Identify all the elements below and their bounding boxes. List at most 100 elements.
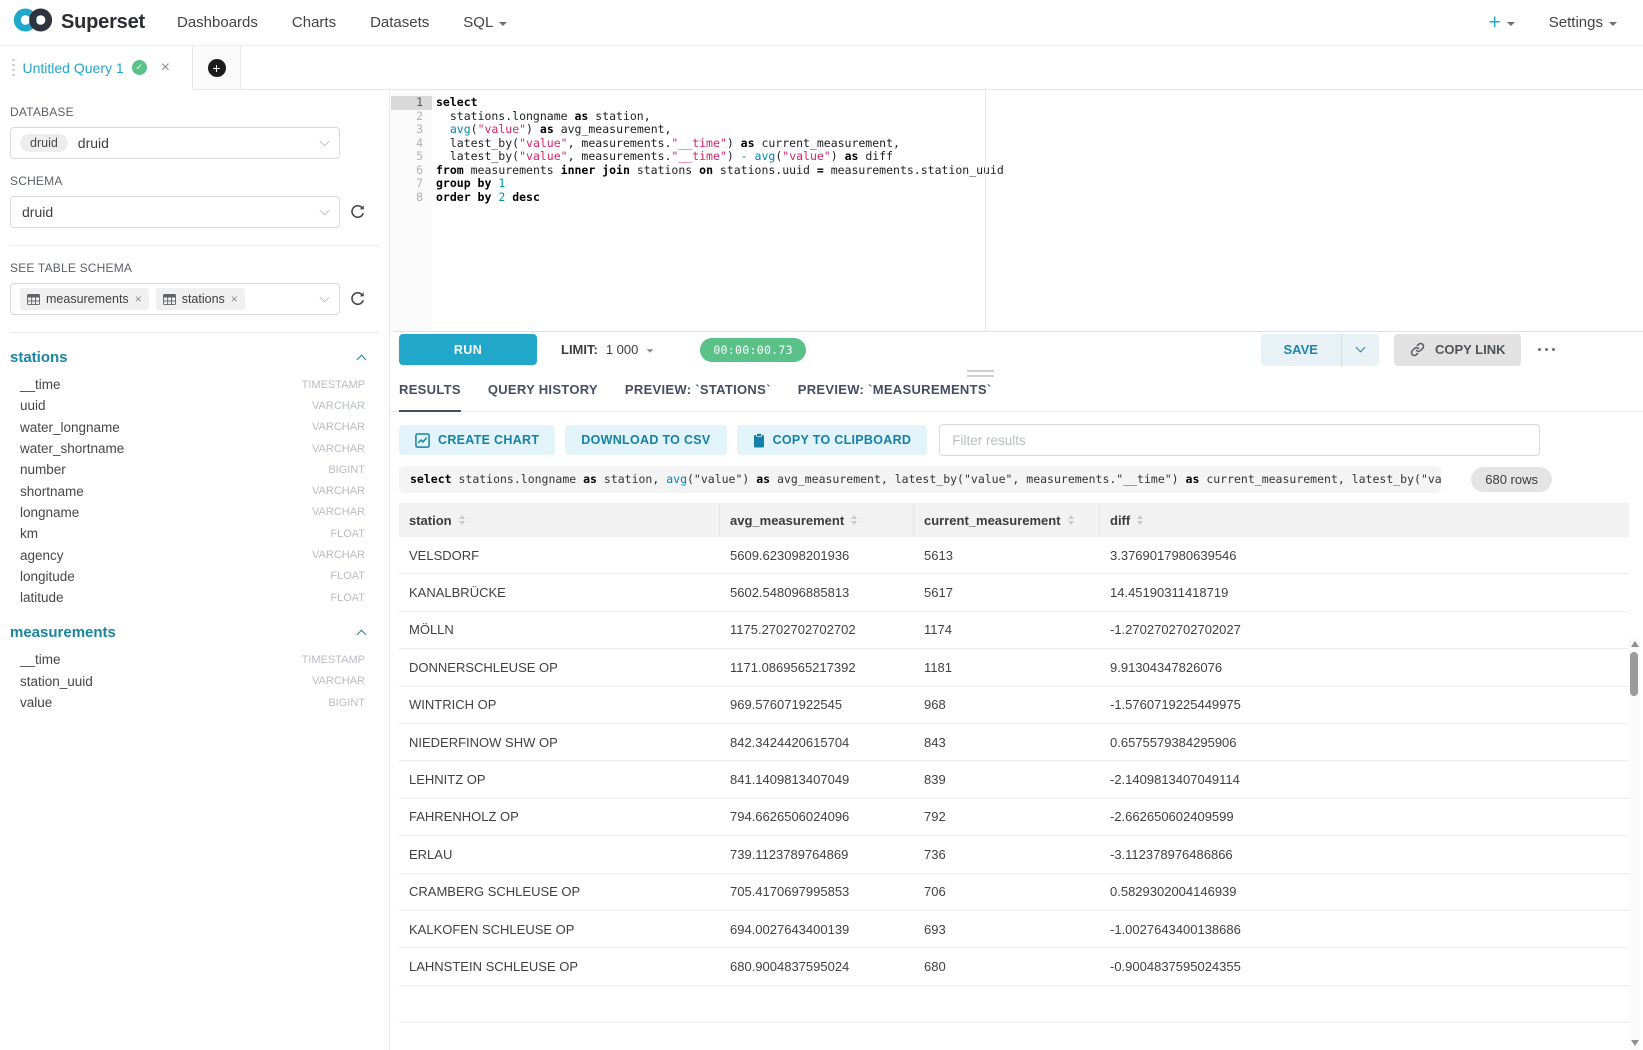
editor-code[interactable]: select stations.longname as station, avg…	[432, 90, 1643, 204]
tab-preview-stations[interactable]: PREVIEW: `STATIONS`	[625, 382, 771, 411]
column-name: number	[20, 462, 66, 477]
copy-clipboard-button[interactable]: COPY TO CLIPBOARD	[737, 425, 928, 455]
tab-query-history[interactable]: QUERY HISTORY	[488, 382, 598, 411]
limit-dropdown[interactable]: LIMIT: 1 000	[561, 342, 654, 357]
table-cell: 792	[914, 799, 1100, 835]
table-row: NIEDERFINOW SHW OP842.34244206157048430.…	[399, 724, 1629, 761]
table-cell: -2.1409813407049114	[1100, 761, 1629, 797]
copy-link-button[interactable]: COPY LINK	[1394, 334, 1521, 366]
divider	[10, 245, 379, 246]
row-count-badge: 680 rows	[1471, 467, 1552, 492]
create-chart-button[interactable]: CREATE CHART	[399, 425, 555, 455]
table-chip-measurements[interactable]: measurements ×	[20, 288, 149, 310]
table-cell: 1175.2702702702702	[720, 612, 914, 648]
schema-select[interactable]: druid	[10, 196, 340, 228]
column-type: VARCHAR	[312, 485, 365, 497]
nav-sql-menu[interactable]: SQL	[463, 14, 507, 31]
table-cell: 794.6626506024096	[720, 799, 914, 835]
column-header-avg-measurement[interactable]: avg_measurement	[720, 503, 914, 537]
column-name: value	[20, 695, 52, 710]
table-cell: 706	[914, 874, 1100, 910]
schema-column: uuidVARCHAR	[10, 395, 379, 416]
tab-untitled-query-1[interactable]: Untitled Query 1 ✓ ×	[0, 46, 193, 90]
table-cell: VELSDORF	[399, 537, 720, 573]
table-row: LEHNITZ OP841.1409813407049839-2.1409813…	[399, 761, 1629, 798]
remove-chip-icon[interactable]: ×	[135, 292, 142, 306]
schema-column: station_uuidVARCHAR	[10, 671, 379, 692]
table-chip-stations[interactable]: stations ×	[156, 288, 245, 310]
remove-chip-icon[interactable]: ×	[231, 292, 238, 306]
collapse-icon[interactable]	[357, 355, 367, 365]
save-options-button[interactable]	[1341, 334, 1379, 366]
measurements-columns: __timeTIMESTAMPstation_uuidVARCHARvalueB…	[10, 649, 379, 713]
table-cell: 5617	[914, 574, 1100, 610]
line-number: 4	[391, 137, 432, 151]
schema-label: SCHEMA	[10, 174, 379, 188]
table-row: WINTRICH OP969.576071922545968-1.5760719…	[399, 687, 1629, 724]
column-name: longitude	[20, 569, 75, 584]
table-cell: 736	[914, 836, 1100, 872]
table-cell: 694.0027643400139	[720, 911, 914, 947]
refresh-tables-icon[interactable]	[349, 289, 369, 309]
code-line: from measurements inner join stations on…	[436, 164, 1643, 178]
column-type: VARCHAR	[312, 400, 365, 412]
results-actions: CREATE CHART DOWNLOAD TO CSV COPY TO CLI…	[391, 424, 1643, 456]
scroll-down-icon[interactable]	[1631, 1040, 1639, 1046]
column-header-current-measurement[interactable]: current_measurement	[914, 503, 1100, 537]
refresh-schemas-icon[interactable]	[349, 202, 369, 222]
collapse-icon[interactable]	[357, 630, 367, 640]
scrollbar-thumb[interactable]	[1630, 652, 1638, 696]
results-tabs: RESULTS QUERY HISTORY PREVIEW: `STATIONS…	[391, 382, 1643, 412]
table-row: MÖLLN1175.27027027027021174-1.2702702702…	[399, 612, 1629, 649]
line-number: 6	[391, 164, 432, 178]
drag-handle-icon[interactable]	[12, 59, 15, 77]
database-type-pill: druid	[20, 134, 68, 152]
scroll-up-icon[interactable]	[1631, 641, 1639, 647]
nav-dashboards[interactable]: Dashboards	[177, 14, 258, 31]
column-name: water_longname	[20, 420, 120, 435]
query-preview[interactable]: select stations.longname as station, avg…	[399, 466, 1441, 493]
download-csv-button[interactable]: DOWNLOAD TO CSV	[565, 425, 726, 455]
code-line: group by 1	[436, 177, 1643, 191]
sort-icon[interactable]	[851, 515, 857, 526]
chevron-down-icon	[1355, 343, 1365, 353]
top-navbar: Superset Dashboards Charts Datasets SQL …	[0, 0, 1643, 46]
table-row: FAHRENHOLZ OP794.6626506024096792-2.6626…	[399, 799, 1629, 836]
close-icon[interactable]: ×	[161, 60, 170, 76]
column-header-station[interactable]: station	[399, 503, 720, 537]
table-group-stations[interactable]: stations	[10, 349, 379, 366]
table-cell: 0.6575579384295906	[1100, 724, 1629, 760]
table-cell: 739.1123789764869	[720, 836, 914, 872]
add-tab-button[interactable]: +	[208, 59, 226, 77]
brand-name: Superset	[61, 11, 145, 34]
tab-preview-measurements[interactable]: PREVIEW: `MEASUREMENTS`	[798, 382, 992, 411]
results-pane: RESULTS QUERY HISTORY PREVIEW: `STATIONS…	[391, 367, 1643, 1050]
save-button[interactable]: SAVE	[1261, 334, 1341, 366]
run-button[interactable]: RUN	[399, 334, 537, 365]
pane-resize-handle[interactable]	[967, 370, 994, 380]
sort-icon[interactable]	[459, 515, 465, 526]
table-scrollbar[interactable]	[1629, 637, 1640, 1050]
settings-menu[interactable]: Settings	[1549, 14, 1617, 31]
query-tab-strip: Untitled Query 1 ✓ × +	[0, 46, 1643, 90]
nav-charts[interactable]: Charts	[292, 14, 336, 31]
sort-icon[interactable]	[1137, 515, 1143, 526]
new-item-menu[interactable]: +	[1489, 11, 1515, 35]
superset-brand[interactable]: Superset	[12, 5, 145, 40]
table-cell: 969.576071922545	[720, 687, 914, 723]
nav-datasets[interactable]: Datasets	[370, 14, 429, 31]
column-header-diff[interactable]: diff	[1100, 503, 1629, 537]
sort-icon[interactable]	[1068, 515, 1074, 526]
chevron-down-icon	[320, 137, 330, 147]
table-row: ERLAU739.1123789764869736-3.112378976486…	[399, 836, 1629, 873]
table-group-measurements[interactable]: measurements	[10, 624, 379, 641]
more-options-icon[interactable]	[1536, 344, 1558, 356]
chevron-down-icon	[1609, 22, 1617, 26]
sql-editor[interactable]: 12345678 select stations.longname as sta…	[391, 90, 1643, 331]
database-select[interactable]: druid druid	[10, 127, 340, 159]
table-schema-select[interactable]: measurements × stations ×	[10, 283, 340, 315]
table-cell: WINTRICH OP	[399, 687, 720, 723]
table-cell: 5609.623098201936	[720, 537, 914, 573]
tab-results[interactable]: RESULTS	[399, 382, 461, 412]
filter-results-input[interactable]	[939, 424, 1540, 456]
